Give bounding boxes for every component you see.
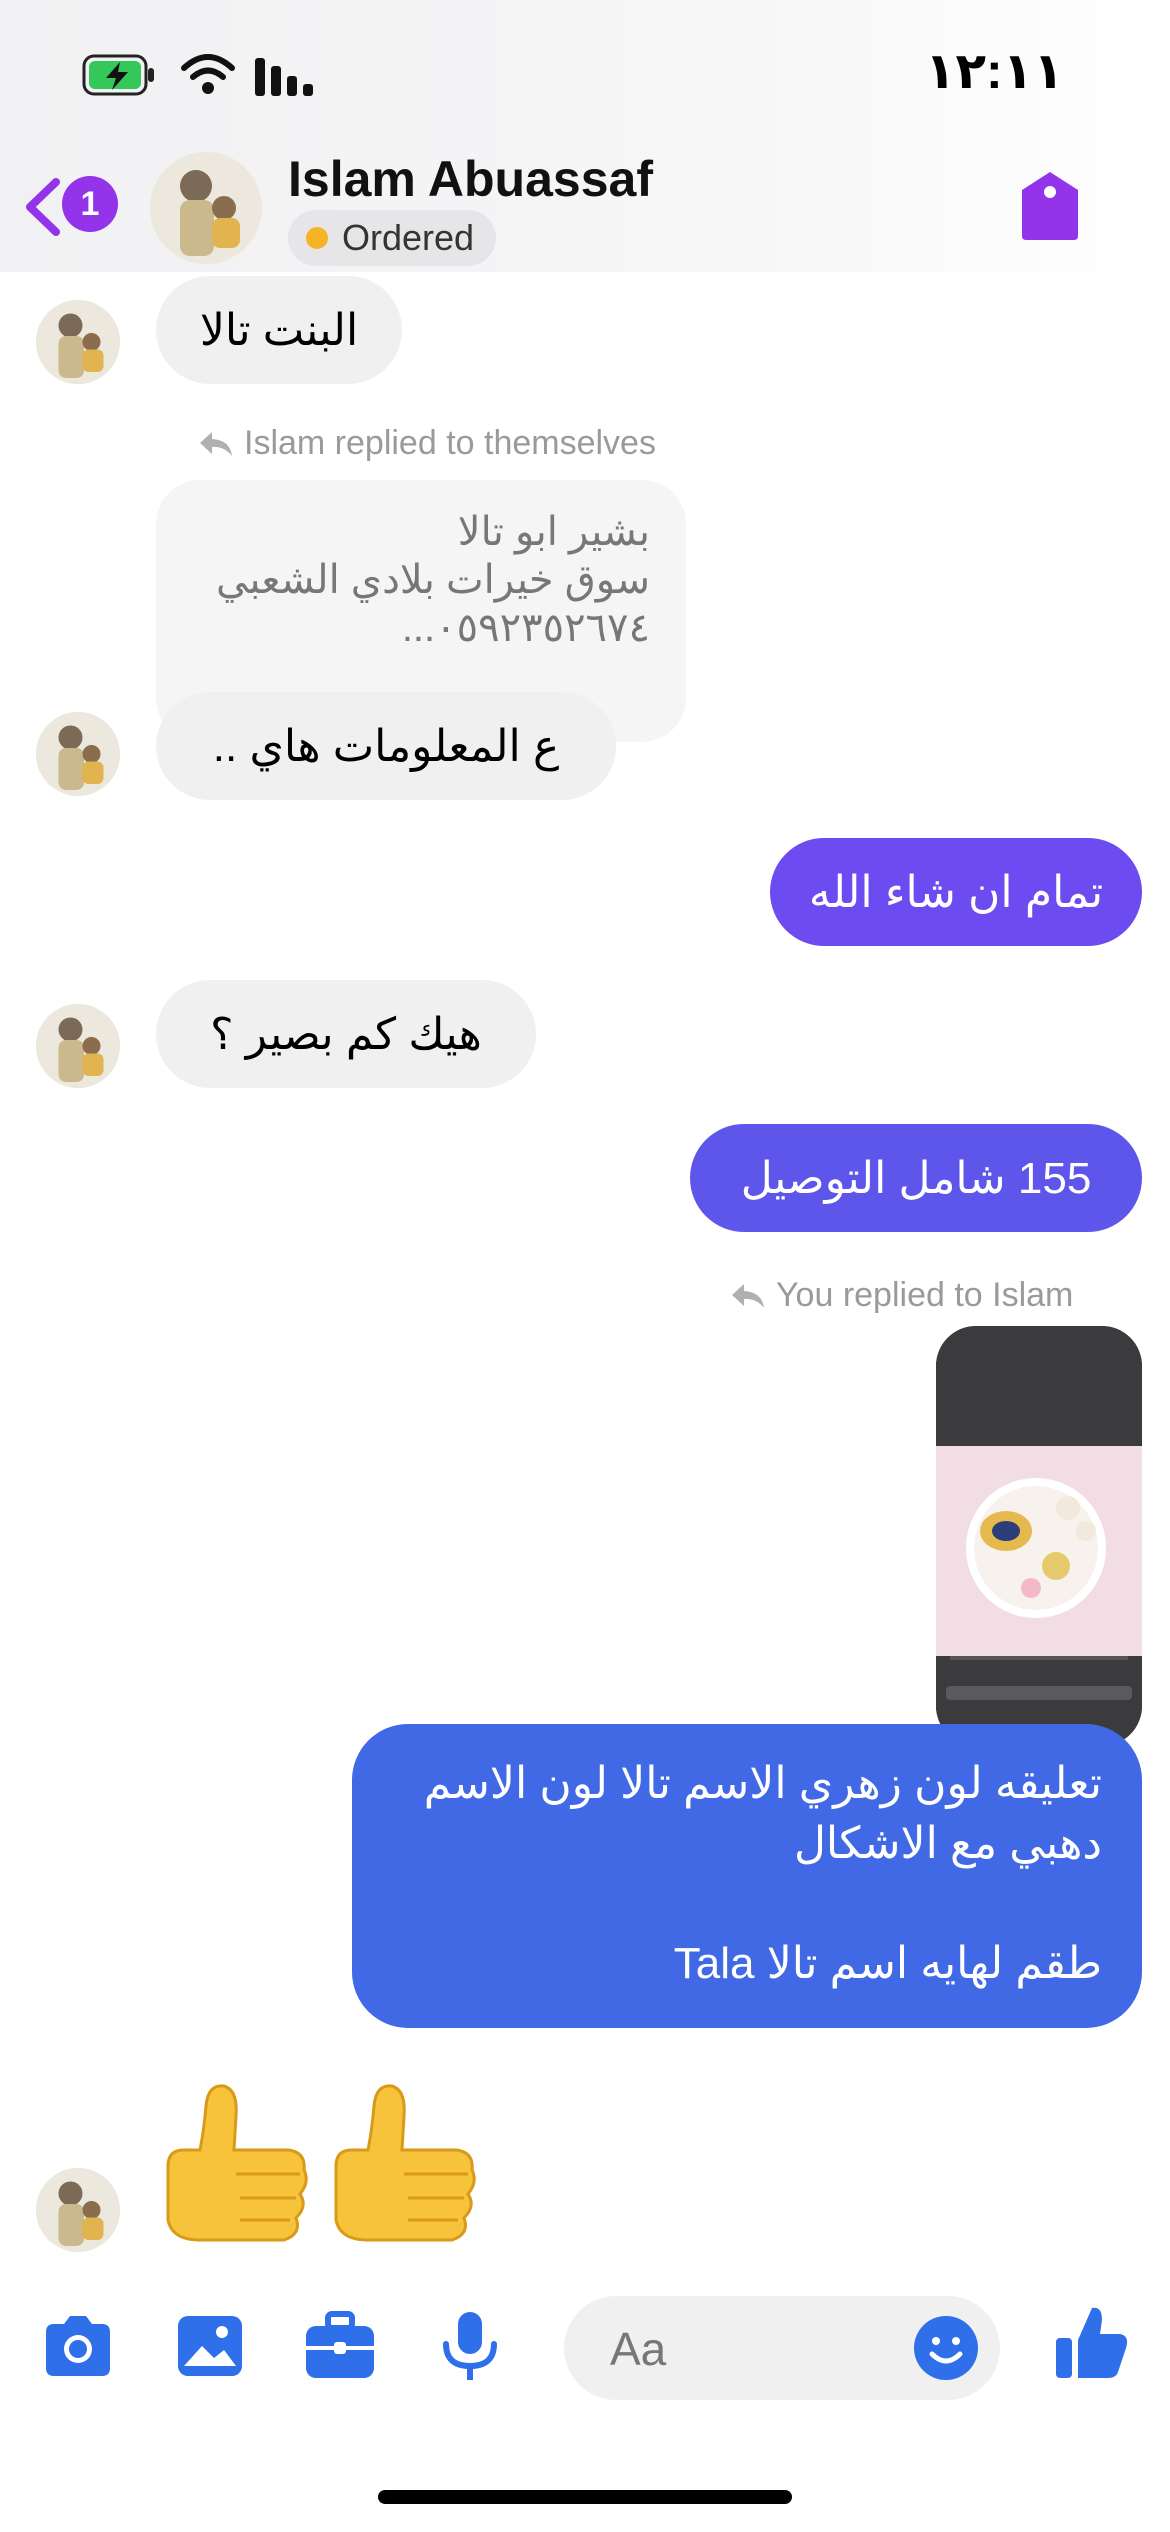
product-screenshot-image (936, 1326, 1142, 1746)
message-line (392, 1874, 1102, 1934)
back-button[interactable]: 1 (22, 168, 132, 248)
shared-image-thumbnail[interactable] (936, 1326, 1142, 1746)
message-bubble-incoming[interactable]: البنت تالا (156, 276, 402, 384)
reply-indicator: Islam replied to themselves (198, 424, 656, 463)
contact-avatar[interactable] (150, 152, 262, 264)
thumbs-up-emoji (334, 2084, 476, 2242)
quoted-line: بشير ابو تالا (457, 510, 650, 554)
reply-indicator-text: Islam replied to themselves (244, 424, 656, 462)
thumbs-up-icon[interactable] (1054, 2302, 1130, 2382)
status-label: Ordered (342, 217, 475, 258)
tag-icon[interactable] (1018, 170, 1082, 242)
order-status-badge[interactable]: Ordered (288, 210, 497, 266)
message-line: تعليقه لون زهري الاسم تالا لون الاسم (423, 1759, 1102, 1808)
sender-avatar[interactable] (36, 712, 120, 796)
reply-indicator-text: You replied to Islam (776, 1276, 1074, 1314)
quoted-line: ٠٥٩٢٣٥٢٦٧٤... (401, 606, 650, 650)
microphone-icon[interactable] (432, 2308, 508, 2384)
quoted-line: سوق خيرات بلادي الشعبي (215, 558, 650, 602)
unread-count-badge: 1 (62, 176, 118, 232)
reply-arrow-icon (200, 431, 232, 456)
message-bubble-outgoing[interactable]: تمام ان شاء الله (770, 838, 1142, 946)
status-dot (306, 227, 328, 249)
cellular-signal-icon (255, 58, 313, 96)
reply-arrow-icon (732, 1283, 764, 1308)
battery-icon (82, 54, 154, 96)
gallery-icon[interactable] (172, 2308, 248, 2384)
contact-name[interactable]: Islam Abuassaf (288, 150, 653, 208)
home-indicator (378, 2490, 792, 2504)
avatar-illustration (150, 152, 262, 264)
back-chevron-icon (26, 178, 60, 236)
sender-avatar[interactable] (36, 300, 120, 384)
thumbs-up-emoji (166, 2084, 308, 2242)
sender-avatar[interactable] (36, 2168, 120, 2252)
message-input[interactable]: Aa (564, 2296, 1000, 2400)
thumbs-up-emoji-message[interactable] (160, 2070, 490, 2250)
message-line: طقم لهايه اسم تالا Tala (673, 1939, 1102, 1988)
avatar-illustration (36, 1004, 120, 1088)
camera-icon[interactable] (40, 2308, 116, 2384)
message-line: دهبي مع الاشكال (793, 1819, 1102, 1868)
avatar-illustration (36, 712, 120, 796)
reply-indicator: You replied to Islam (730, 1276, 1073, 1315)
message-bubble-incoming[interactable]: ع المعلومات هاي .. (156, 692, 616, 800)
avatar-illustration (36, 2168, 120, 2252)
sender-avatar[interactable] (36, 1004, 120, 1088)
wifi-icon (181, 54, 235, 94)
message-bubble-incoming[interactable]: هيك كم بصير ؟ (156, 980, 536, 1088)
message-input-placeholder: Aa (610, 2323, 667, 2375)
status-time: ١٢:١١ (925, 43, 1064, 99)
message-bubble-outgoing[interactable]: 155 شامل التوصيل (690, 1124, 1142, 1232)
message-bubble-outgoing[interactable]: تعليقه لون زهري الاسم تالا لون الاسم دهب… (352, 1724, 1142, 2028)
emoji-icon[interactable] (912, 2314, 980, 2382)
briefcase-icon[interactable] (302, 2308, 378, 2384)
avatar-illustration (36, 300, 120, 384)
